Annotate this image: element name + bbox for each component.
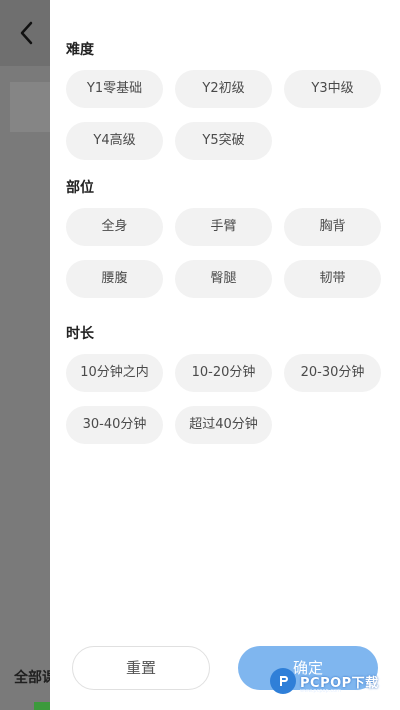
chip-body-waist-abs[interactable]: 腰腹 xyxy=(66,260,163,298)
chip-duration-20-30[interactable]: 20-30分钟 xyxy=(284,354,381,392)
watermark-logo-icon xyxy=(270,668,296,694)
chip-duration-under-10[interactable]: 10分钟之内 xyxy=(66,354,163,392)
chip-difficulty-y3[interactable]: Y3中级 xyxy=(284,70,381,108)
body-part-options: 全身 手臂 胸背 腰腹 臀腿 韧带 xyxy=(66,208,396,312)
section-title-difficulty: 难度 xyxy=(66,42,94,58)
chip-duration-30-40[interactable]: 30-40分钟 xyxy=(66,406,163,444)
section-title-duration: 时长 xyxy=(66,326,94,342)
background-tab-label: 全部课 xyxy=(14,670,50,686)
chip-difficulty-y5[interactable]: Y5突破 xyxy=(175,122,272,160)
background-page: 全部课 xyxy=(0,0,50,710)
section-title-body-part: 部位 xyxy=(66,180,94,196)
chip-body-chest-back[interactable]: 胸背 xyxy=(284,208,381,246)
duration-options: 10分钟之内 10-20分钟 20-30分钟 30-40分钟 超过40分钟 xyxy=(66,354,396,458)
reset-button[interactable]: 重置 xyxy=(72,646,210,690)
chip-duration-10-20[interactable]: 10-20分钟 xyxy=(175,354,272,392)
background-card xyxy=(10,82,50,132)
difficulty-options: Y1零基础 Y2初级 Y3中级 Y4高级 Y5突破 xyxy=(66,70,396,174)
chip-body-hips-legs[interactable]: 臀腿 xyxy=(175,260,272,298)
chip-duration-over-40[interactable]: 超过40分钟 xyxy=(175,406,272,444)
chip-body-arms[interactable]: 手臂 xyxy=(175,208,272,246)
chip-difficulty-y1[interactable]: Y1零基础 xyxy=(66,70,163,108)
filter-drawer: 难度 Y1零基础 Y2初级 Y3中级 Y4高级 Y5突破 部位 全身 手臂 胸背… xyxy=(50,0,400,710)
chip-difficulty-y2[interactable]: Y2初级 xyxy=(175,70,272,108)
background-indicator xyxy=(34,702,50,710)
chip-body-ligaments[interactable]: 韧带 xyxy=(284,260,381,298)
watermark-subtext: www.pcpop.com xyxy=(300,688,341,694)
watermark: PCPOP下载 www.pcpop.com xyxy=(270,664,379,698)
chip-difficulty-y4[interactable]: Y4高级 xyxy=(66,122,163,160)
difficulty-section: 难度 Y1零基础 Y2初级 Y3中级 Y4高级 Y5突破 xyxy=(66,40,400,174)
body-part-section: 部位 全身 手臂 胸背 腰腹 臀腿 韧带 xyxy=(66,178,400,312)
duration-section: 时长 10分钟之内 10-20分钟 20-30分钟 30-40分钟 超过40分钟 xyxy=(66,324,400,458)
chip-body-full[interactable]: 全身 xyxy=(66,208,163,246)
back-arrow-icon[interactable] xyxy=(14,18,44,48)
